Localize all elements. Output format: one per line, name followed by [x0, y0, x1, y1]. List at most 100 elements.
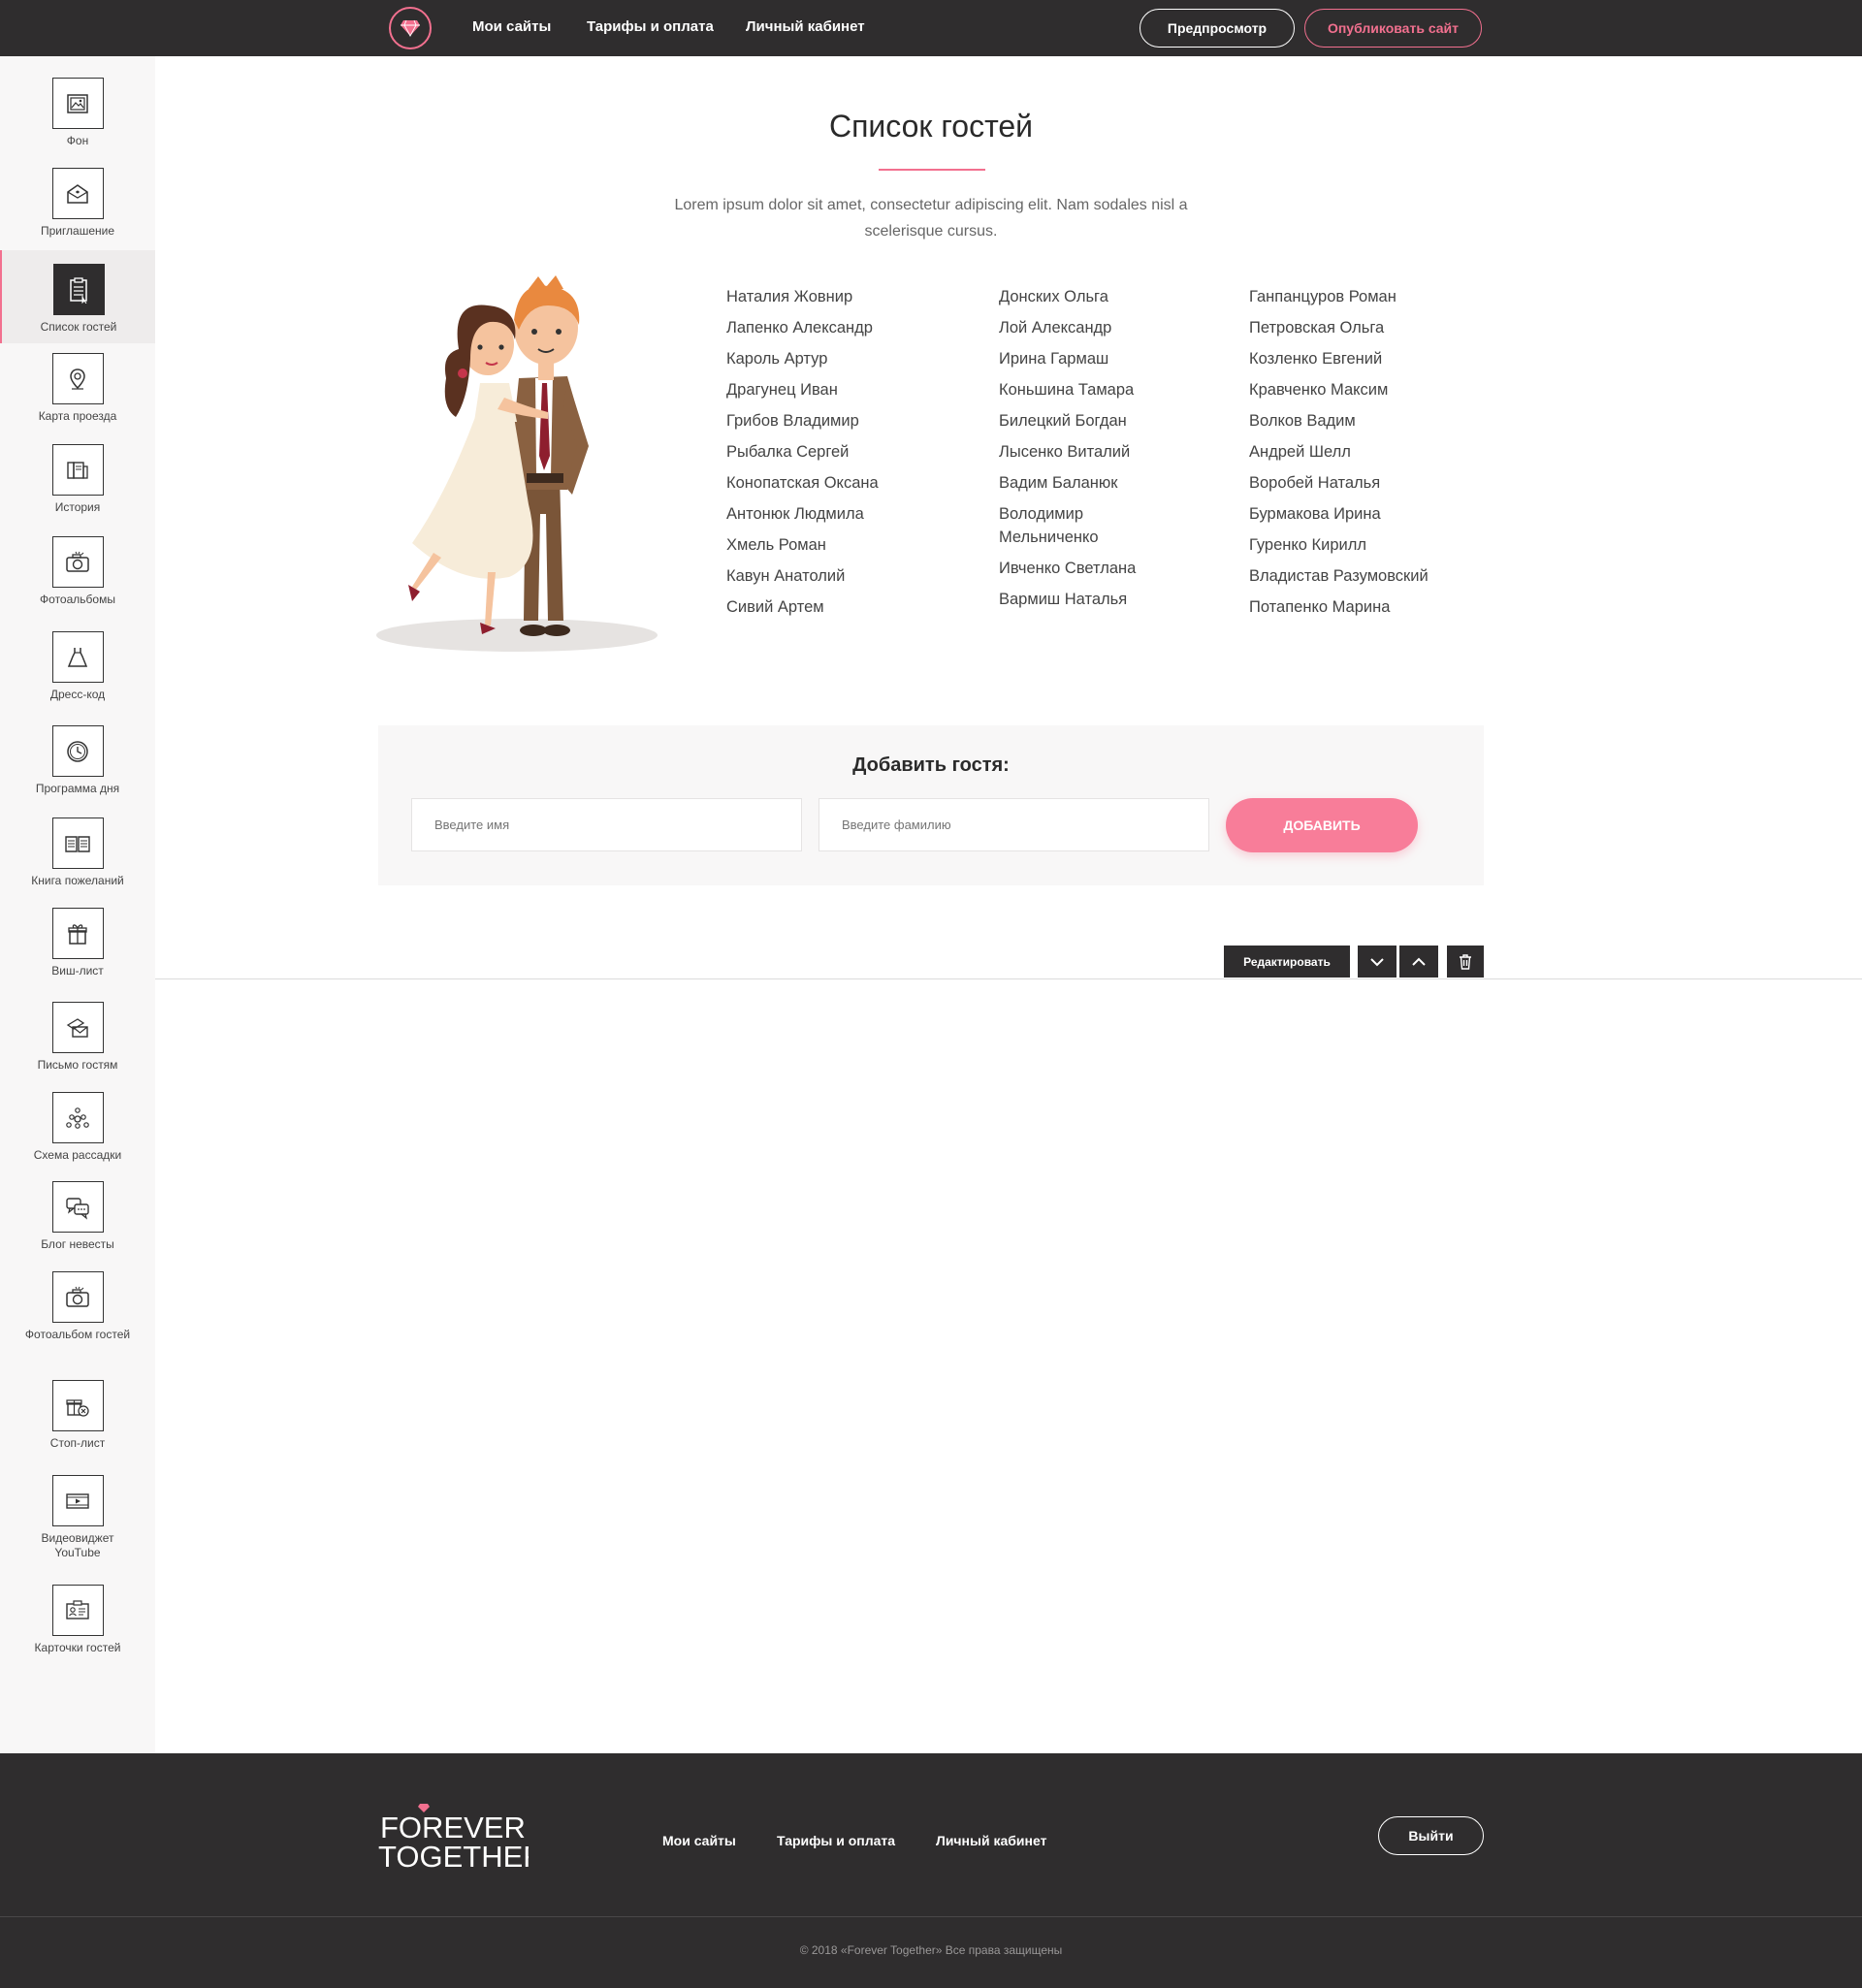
sidebar-item-guest-album[interactable]: Фотоальбом гостей — [0, 1271, 155, 1342]
footer-nav-account[interactable]: Личный кабинет — [936, 1833, 1046, 1848]
guest-name: Ивченко Светлана — [999, 560, 1137, 577]
sidebar-item-label: Блог невесты — [41, 1237, 114, 1251]
sidebar-item-background[interactable]: Фон — [0, 78, 155, 148]
guest-name: Володимир Мельниченко — [999, 505, 1099, 546]
move-up-button[interactable] — [1399, 946, 1438, 978]
guest-name: Лапенко Александр — [726, 319, 873, 337]
guest-name: Лой Александр — [999, 319, 1112, 337]
sidebar-item-day-program[interactable]: Программа дня — [0, 725, 155, 796]
guest-column-3: Ганпанцуров Роман Петровская Ольга Козле… — [1249, 285, 1429, 626]
first-name-input[interactable] — [411, 798, 802, 851]
guest-name: Андрей Шелл — [1249, 443, 1351, 461]
sidebar-item-wish-book[interactable]: Книга пожеланий — [0, 818, 155, 888]
page-subtitle: Lorem ipsum dolor sit amet, consectetur … — [674, 197, 1188, 240]
copyright: © 2018 «Forever Together» Все права защи… — [799, 1943, 1063, 1957]
nav-account[interactable]: Личный кабинет — [746, 18, 865, 35]
footer-nav-tariffs[interactable]: Тарифы и оплата — [777, 1833, 895, 1848]
sidebar-item-albums[interactable]: Фотоальбомы — [0, 536, 155, 607]
guest-column-1: Наталия Жовнир Лапенко Александр Кароль … — [726, 285, 879, 626]
guest-name: Воробей Наталья — [1249, 474, 1381, 492]
camera-icon — [51, 536, 104, 588]
sidebar-item-invitation[interactable]: Приглашение — [0, 168, 155, 239]
chevron-down-icon — [1370, 957, 1384, 966]
clock-icon — [51, 725, 104, 777]
sidebar-item-label: Фотоальбом гостей — [24, 1328, 131, 1341]
guest-name: Кавун Анатолий — [726, 567, 846, 585]
sidebar-item-map[interactable]: Карта проезда — [0, 353, 155, 424]
guest-name: Драгунец Иван — [726, 381, 838, 399]
preview-button[interactable]: Предпросмотр — [1140, 9, 1295, 48]
guest-name: Гуренко Кирилл — [1249, 536, 1367, 554]
nav-tariffs[interactable]: Тарифы и оплата — [587, 18, 714, 35]
footer-divider — [0, 1916, 1862, 1917]
sidebar-item-seating[interactable]: Схема рассадки — [0, 1092, 155, 1163]
sidebar-item-guest-list[interactable]: Список гостей — [0, 250, 155, 343]
guest-name: Донских Ольга — [999, 288, 1108, 305]
sidebar-item-guest-cards[interactable]: Карточки гостей — [0, 1585, 155, 1655]
add-guest-button[interactable]: ДОБАВИТЬ — [1226, 798, 1418, 852]
guest-name: Петровская Ольга — [1249, 319, 1385, 337]
diamond-logo-icon[interactable] — [389, 7, 432, 49]
sidebar-item-stop-list[interactable]: Стоп-лист — [0, 1380, 155, 1451]
couple-illustration — [376, 275, 658, 652]
guest-name: Антонюк Людмила — [726, 505, 864, 523]
sidebar-item-label: Схема рассадки — [33, 1148, 122, 1162]
nav-my-sites[interactable]: Мои сайты — [472, 18, 551, 35]
svg-text:TOGETHER: TOGETHER — [378, 1840, 529, 1872]
trash-icon — [1460, 953, 1471, 970]
sidebar-item-label: Письмо гостям — [37, 1058, 118, 1072]
chevron-up-icon — [1412, 957, 1426, 966]
guest-name: Хмель Роман — [726, 536, 826, 554]
sidebar-item-label: Дресс-код — [49, 688, 106, 701]
gift-cancel-icon — [51, 1380, 104, 1431]
sidebar-item-youtube[interactable]: Видеовиджет YouTube — [0, 1475, 155, 1560]
guest-name: Козленко Евгений — [1249, 350, 1383, 368]
guest-name: Владистав Разумовский — [1249, 567, 1429, 585]
logout-button[interactable]: Выйти — [1378, 1816, 1484, 1855]
add-guest-title: Добавить гостя: — [852, 754, 1010, 776]
clipboard-icon — [52, 264, 105, 315]
guest-name: Ирина Гармаш — [999, 350, 1109, 368]
guest-name: Конопатская Оксана — [726, 474, 879, 492]
sidebar-item-label: Стоп-лист — [49, 1436, 106, 1450]
sidebar-item-letter[interactable]: Письмо гостям — [0, 1002, 155, 1073]
seating-icon — [51, 1092, 104, 1143]
add-guest-panel: Добавить гостя: ДОБАВИТЬ — [378, 725, 1484, 885]
sidebar-item-label: Приглашение — [40, 224, 115, 238]
footer-nav-my-sites[interactable]: Мои сайты — [662, 1833, 736, 1848]
guest-name: Грибов Владимир — [726, 412, 859, 430]
sidebar-item-label: Фон — [66, 134, 89, 147]
dress-icon — [51, 631, 104, 683]
sidebar-item-dress-code[interactable]: Дресс-код — [0, 631, 155, 702]
guest-name: Вармиш Наталья — [999, 591, 1128, 608]
guest-name: Наталия Жовнир — [726, 288, 853, 305]
chat-icon — [51, 1181, 104, 1233]
camera-icon — [51, 1271, 104, 1323]
title-divider — [879, 169, 985, 171]
sidebar-item-blog[interactable]: Блог невесты — [0, 1181, 155, 1252]
forever-together-logo[interactable]: FOREVER TOGETHER — [378, 1799, 545, 1874]
sidebar-item-label: Фотоальбомы — [40, 593, 115, 606]
image-icon — [51, 78, 104, 129]
edit-block-button[interactable]: Редактировать — [1224, 946, 1350, 978]
last-name-input[interactable] — [819, 798, 1209, 851]
sidebar-item-label: Карточки гостей — [34, 1641, 121, 1654]
sidebar-item-label: История — [54, 500, 101, 514]
sidebar: Фон Приглашение Список гостей Карта прое… — [0, 56, 155, 1753]
sidebar-item-story[interactable]: История — [0, 444, 155, 515]
move-down-button[interactable] — [1358, 946, 1396, 978]
guest-name: Волков Вадим — [1249, 412, 1356, 430]
guest-name: Вадим Баланюк — [999, 474, 1118, 492]
footer: FOREVER TOGETHER Мои сайты Тарифы и опла… — [0, 1753, 1862, 1988]
delete-block-button[interactable] — [1447, 946, 1484, 978]
open-book-icon — [51, 818, 104, 869]
publish-button[interactable]: Опубликовать сайт — [1304, 9, 1482, 48]
sidebar-item-label: Книга пожеланий — [31, 874, 124, 887]
sidebar-item-label: Видеовиджет YouTube — [41, 1531, 114, 1559]
guest-name: Ганпанцуров Роман — [1249, 288, 1396, 305]
top-bar: Мои сайты Тарифы и оплата Личный кабинет… — [0, 0, 1862, 56]
sidebar-item-wish-list[interactable]: Виш-лист — [0, 908, 155, 978]
envelope-icon — [51, 168, 104, 219]
video-icon — [51, 1475, 104, 1526]
sidebar-item-label: Список гостей — [40, 320, 117, 334]
